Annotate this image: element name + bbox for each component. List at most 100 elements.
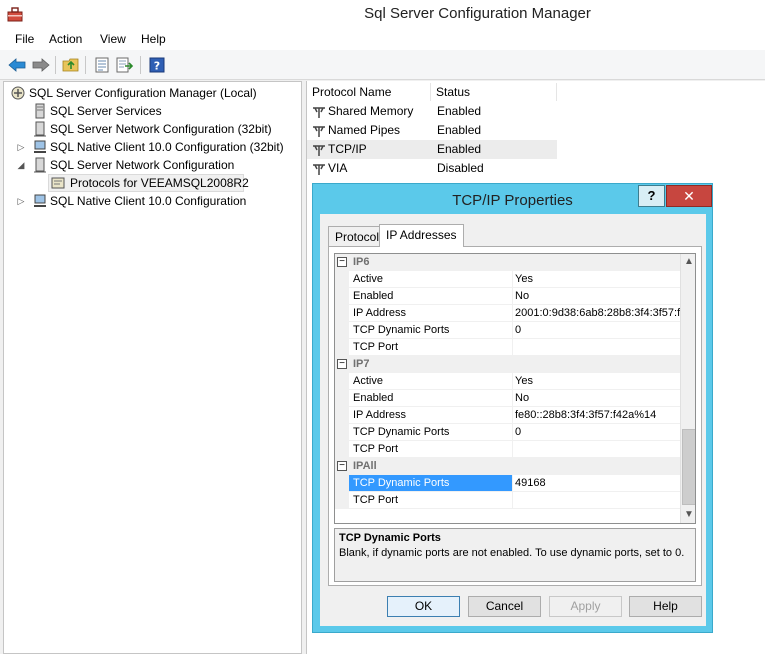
property-value[interactable]: 0 [513, 424, 680, 441]
tree-item-network-config-32bit[interactable]: SQL Server Network Configuration (32bit) [8, 120, 298, 138]
column-header-protocol-name[interactable]: Protocol Name [307, 83, 431, 101]
menu-bar: File Action View Help [0, 30, 765, 50]
category-ip6[interactable]: − IP6 [335, 254, 680, 271]
client-computer-icon [34, 140, 46, 153]
dialog-close-button[interactable]: ✕ [666, 185, 712, 207]
ok-button[interactable]: OK [387, 596, 460, 617]
protocol-status: Enabled [437, 123, 482, 137]
network-config-icon [34, 121, 46, 137]
toolbar-separator [55, 56, 56, 74]
help-icon[interactable]: ? [147, 55, 167, 75]
property-value[interactable]: No [513, 390, 680, 407]
grid-row[interactable]: IP Address fe80::28b8:3f4:3f57:f42a%14 [335, 407, 680, 424]
property-value[interactable]: 49168 [513, 475, 680, 492]
toolbar: ? [0, 50, 765, 80]
property-value[interactable]: Yes [513, 373, 680, 390]
expand-arrow-icon[interactable]: ▷ [16, 192, 26, 210]
dialog-help-button[interactable]: ? [638, 185, 665, 207]
back-arrow-icon[interactable] [7, 55, 27, 75]
menu-file[interactable]: File [12, 32, 37, 46]
collapse-arrow-icon[interactable]: ◢ [16, 156, 26, 174]
list-item-via[interactable]: VIA Disabled [307, 159, 557, 178]
apply-button[interactable]: Apply [549, 596, 622, 617]
category-label: IPAll [353, 460, 377, 472]
row-gutter [335, 424, 349, 441]
category-ipall[interactable]: − IPAll [335, 458, 680, 475]
property-value[interactable]: 2001:0:9d38:6ab8:28b8:3f4:3f57:f42a [513, 305, 680, 322]
grid-row[interactable]: Active Yes [335, 271, 680, 288]
row-gutter [335, 475, 349, 492]
export-list-icon[interactable] [115, 55, 135, 75]
menu-action[interactable]: Action [46, 32, 85, 46]
tree-item-native-client-32bit[interactable]: ▷ SQL Native Client 10.0 Configuration (… [8, 138, 298, 156]
menu-help[interactable]: Help [138, 32, 169, 46]
grid-row[interactable]: TCP Port [335, 441, 680, 458]
column-header-status[interactable]: Status [431, 83, 557, 101]
grid-row-selected[interactable]: TCP Dynamic Ports 49168 [335, 475, 680, 492]
row-gutter [335, 305, 349, 322]
tree-item-label: SQL Server Configuration Manager (Local) [29, 86, 257, 100]
property-name: TCP Port [349, 441, 513, 458]
grid-row[interactable]: Enabled No [335, 390, 680, 407]
tree-item-root[interactable]: SQL Server Configuration Manager (Local) [8, 84, 298, 102]
collapse-box-icon[interactable]: − [337, 257, 347, 267]
grid-row[interactable]: Enabled No [335, 288, 680, 305]
scroll-down-icon[interactable]: ▼ [682, 507, 695, 523]
grid-row[interactable]: TCP Dynamic Ports 0 [335, 424, 680, 441]
property-value[interactable]: Yes [513, 271, 680, 288]
menu-view[interactable]: View [97, 32, 129, 46]
client-computer-icon [34, 194, 46, 207]
property-name: TCP Dynamic Ports [349, 424, 513, 441]
expand-arrow-icon[interactable]: ▷ [16, 138, 26, 156]
forward-arrow-icon[interactable] [31, 55, 51, 75]
scroll-thumb[interactable] [682, 429, 695, 505]
list-item-tcp-ip[interactable]: TCP/IP Enabled [307, 140, 557, 159]
property-value[interactable] [513, 492, 680, 509]
property-value[interactable]: No [513, 288, 680, 305]
protocol-name: VIA [328, 161, 348, 175]
grid-row[interactable]: TCP Port [335, 339, 680, 356]
collapse-box-icon[interactable]: − [337, 359, 347, 369]
dialog-body: Protocol IP Addresses − IP6 Active Yes En… [320, 214, 706, 626]
list-item-shared-memory[interactable]: Shared Memory Enabled [307, 102, 557, 121]
grid-row[interactable]: Active Yes [335, 373, 680, 390]
category-label: IP6 [353, 256, 370, 268]
tree-item-native-client[interactable]: ▷ SQL Native Client 10.0 Configuration [8, 192, 298, 210]
grid-row[interactable]: IP Address 2001:0:9d38:6ab8:28b8:3f4:3f57… [335, 305, 680, 322]
description-box: TCP Dynamic Ports Blank, if dynamic port… [334, 528, 696, 582]
property-value[interactable] [513, 339, 680, 356]
row-gutter [335, 271, 349, 288]
protocols-icon [51, 177, 65, 189]
properties-icon[interactable] [92, 55, 112, 75]
server-icon [35, 103, 45, 119]
scroll-up-icon[interactable]: ▲ [682, 254, 695, 270]
help-button[interactable]: Help [629, 596, 702, 617]
cancel-button[interactable]: Cancel [468, 596, 541, 617]
property-value[interactable]: 0 [513, 322, 680, 339]
property-value[interactable]: fe80::28b8:3f4:3f57:f42a%14 [513, 407, 680, 424]
category-ip7[interactable]: − IP7 [335, 356, 680, 373]
property-value[interactable] [513, 441, 680, 458]
property-name: TCP Port [349, 339, 513, 356]
row-gutter [335, 322, 349, 339]
title-bar: Sql Server Configuration Manager [0, 0, 765, 30]
property-name: TCP Port [349, 492, 513, 509]
property-name: Active [349, 373, 513, 390]
toolbar-separator [85, 56, 86, 74]
tree-item-network-config[interactable]: ◢ SQL Server Network Configuration [8, 156, 298, 174]
grid-row[interactable]: TCP Dynamic Ports 0 [335, 322, 680, 339]
row-gutter [335, 373, 349, 390]
protocol-icon [313, 126, 325, 137]
tree-item-label: SQL Native Client 10.0 Configuration (32… [50, 140, 284, 154]
tab-ip-addresses[interactable]: IP Addresses [379, 224, 464, 247]
row-gutter [335, 441, 349, 458]
grid-scrollbar[interactable]: ▲ ▼ [680, 254, 695, 523]
collapse-box-icon[interactable]: − [337, 461, 347, 471]
tab-protocol[interactable]: Protocol [328, 226, 387, 247]
tree-item-protocols[interactable]: Protocols for VEEAMSQL2008R2 [8, 174, 298, 192]
property-name: Active [349, 271, 513, 288]
list-item-named-pipes[interactable]: Named Pipes Enabled [307, 121, 557, 140]
tree-item-sql-server-services[interactable]: SQL Server Services [8, 102, 298, 120]
grid-row[interactable]: TCP Port [335, 492, 680, 509]
up-folder-icon[interactable] [61, 55, 81, 75]
